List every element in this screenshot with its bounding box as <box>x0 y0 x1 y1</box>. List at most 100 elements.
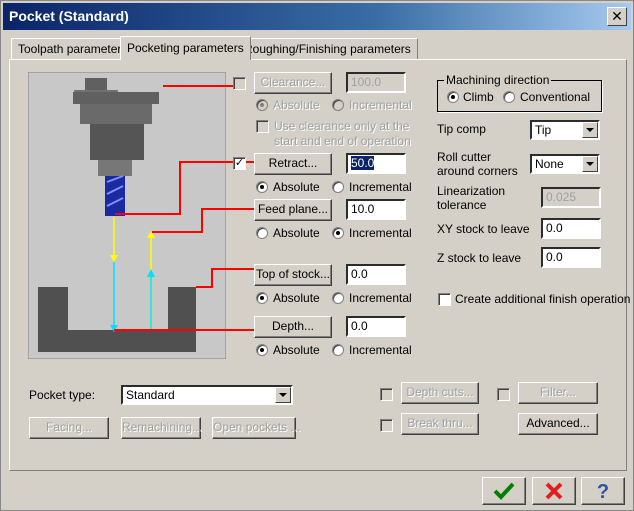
ok-check-icon <box>493 482 515 500</box>
retract-checkbox[interactable]: ✓ <box>233 157 246 170</box>
feed-plane-absolute-radio[interactable] <box>256 227 268 239</box>
close-button[interactable]: ✕ <box>607 7 627 26</box>
depth-field[interactable]: 0.0 <box>346 316 406 337</box>
depth-cuts-checkbox[interactable] <box>380 388 393 401</box>
create-finish-checkbox[interactable] <box>438 293 451 306</box>
diagram-connectors <box>226 85 254 331</box>
tab-toolpath-parameters[interactable]: Toolpath parameters <box>11 38 135 59</box>
remachining-label: Remachining... <box>122 420 203 434</box>
top-of-stock-value: 0.0 <box>351 267 368 281</box>
clearance-button-label: Clearance... <box>260 75 326 89</box>
feed-plane-button[interactable]: Feed plane... <box>254 199 332 221</box>
feed-plane-absolute-label: Absolute <box>273 226 320 240</box>
retract-absolute-radio[interactable] <box>256 181 268 193</box>
break-thru-button[interactable]: Break thru... <box>401 413 479 435</box>
depth-button[interactable]: Depth... <box>254 316 332 338</box>
conventional-label: Conventional <box>520 90 591 104</box>
open-pockets-button[interactable]: Open pockets ... <box>212 417 300 439</box>
pocket-type-label: Pocket type: <box>29 388 96 402</box>
z-stock-label: Z stock to leave <box>437 251 522 265</box>
ok-button[interactable] <box>482 477 526 505</box>
clearance-field[interactable]: 100.0 <box>346 72 406 93</box>
pocket-dialog: Pocket (Standard) ✕ Toolpath parameters … <box>0 0 634 511</box>
xy-stock-field[interactable]: 0.0 <box>541 218 601 239</box>
break-thru-label: Break thru... <box>407 416 473 430</box>
help-button[interactable]: ? <box>581 477 625 505</box>
feed-plane-field[interactable]: 10.0 <box>346 199 406 220</box>
tip-comp-value: Tip <box>535 123 552 137</box>
break-thru-checkbox[interactable] <box>380 419 393 432</box>
depth-absolute-label: Absolute <box>273 343 320 357</box>
depth-incremental-label: Incremental <box>349 343 412 357</box>
depth-incremental-radio[interactable] <box>332 344 344 356</box>
climb-radio[interactable] <box>447 91 459 103</box>
advanced-button[interactable]: Advanced... <box>518 413 598 435</box>
clearance-only-checkbox[interactable] <box>256 120 269 133</box>
roll-cutter-label-1: Roll cutter <box>437 150 492 164</box>
retract-incremental-label: Incremental <box>349 180 412 194</box>
filter-button[interactable]: Filter... <box>518 382 598 404</box>
chevron-down-icon[interactable] <box>275 387 291 403</box>
pocket-type-select[interactable]: Standard <box>121 385 293 405</box>
tab-label: Toolpath parameters <box>18 42 128 56</box>
retract-value: 50.0 <box>351 156 375 170</box>
roll-cutter-select[interactable]: None <box>530 154 600 174</box>
top-of-stock-field[interactable]: 0.0 <box>346 264 406 285</box>
holder-flange <box>73 92 159 104</box>
roll-cutter-label-2: around corners <box>437 164 518 178</box>
tab-pocketing-parameters[interactable]: Pocketing parameters <box>120 36 251 60</box>
xy-stock-label: XY stock to leave <box>437 222 530 236</box>
chevron-down-icon[interactable] <box>582 156 598 172</box>
depth-cuts-label: Depth cuts... <box>406 385 474 399</box>
retract-button-label: Retract... <box>268 156 318 170</box>
linearization-field[interactable]: 0.025 <box>541 187 601 208</box>
clearance-only-label-2: start and end of operation <box>274 134 411 148</box>
facing-button[interactable]: Facing... <box>29 417 109 439</box>
depth-cuts-button[interactable]: Depth cuts... <box>401 382 479 404</box>
z-stock-field[interactable]: 0.0 <box>541 247 601 268</box>
clearance-value: 100.0 <box>351 75 382 89</box>
top-of-stock-absolute-label: Absolute <box>273 291 320 305</box>
facing-label: Facing... <box>45 420 93 434</box>
cancel-button[interactable] <box>532 477 576 505</box>
top-of-stock-incremental-label: Incremental <box>349 291 412 305</box>
roll-cutter-value: None <box>535 157 564 171</box>
filter-checkbox[interactable] <box>497 388 510 401</box>
feed-plane-incremental-radio[interactable] <box>332 227 344 239</box>
linearization-label-1: Linearization <box>437 184 506 198</box>
tab-label: Roughing/Finishing parameters <box>244 42 411 56</box>
open-pockets-label: Open pockets ... <box>213 420 301 434</box>
clearance-absolute-label: Absolute <box>273 98 320 112</box>
retract-button[interactable]: Retract... <box>254 153 332 175</box>
tip-comp-select[interactable]: Tip <box>530 120 600 140</box>
depth-value: 0.0 <box>351 319 368 333</box>
advanced-label: Advanced... <box>526 416 590 430</box>
title-bar: Pocket (Standard) <box>3 3 631 30</box>
clearance-checkbox[interactable] <box>233 77 246 90</box>
top-of-stock-absolute-radio[interactable] <box>256 292 268 304</box>
top-of-stock-button[interactable]: Top of stock... <box>254 264 332 286</box>
depth-absolute-radio[interactable] <box>256 344 268 356</box>
depth-button-label: Depth... <box>271 319 315 333</box>
holder-top <box>85 78 107 90</box>
pocket-diagram <box>28 72 226 359</box>
clearance-incremental-radio[interactable] <box>332 99 344 111</box>
remachining-button[interactable]: Remachining... <box>121 417 203 439</box>
retract-absolute-label: Absolute <box>273 180 320 194</box>
top-of-stock-incremental-radio[interactable] <box>332 292 344 304</box>
climb-label: Climb <box>463 90 494 104</box>
linearization-label-2: tolerance <box>437 198 487 212</box>
chevron-down-icon[interactable] <box>582 122 598 138</box>
conventional-radio[interactable] <box>503 91 515 103</box>
feed-plane-value: 10.0 <box>351 202 375 216</box>
clearance-absolute-radio[interactable] <box>256 99 268 111</box>
retract-field[interactable]: 50.0 <box>346 153 406 174</box>
tab-label: Pocketing parameters <box>127 41 244 55</box>
clearance-incremental-label: Incremental <box>349 98 412 112</box>
z-stock-value: 0.0 <box>546 250 563 264</box>
tab-roughing-finishing-parameters[interactable]: Roughing/Finishing parameters <box>237 38 418 59</box>
clearance-button[interactable]: Clearance... <box>254 72 332 94</box>
create-finish-label: Create additional finish operation <box>455 292 631 306</box>
retract-incremental-radio[interactable] <box>332 181 344 193</box>
cancel-x-icon <box>545 482 563 500</box>
